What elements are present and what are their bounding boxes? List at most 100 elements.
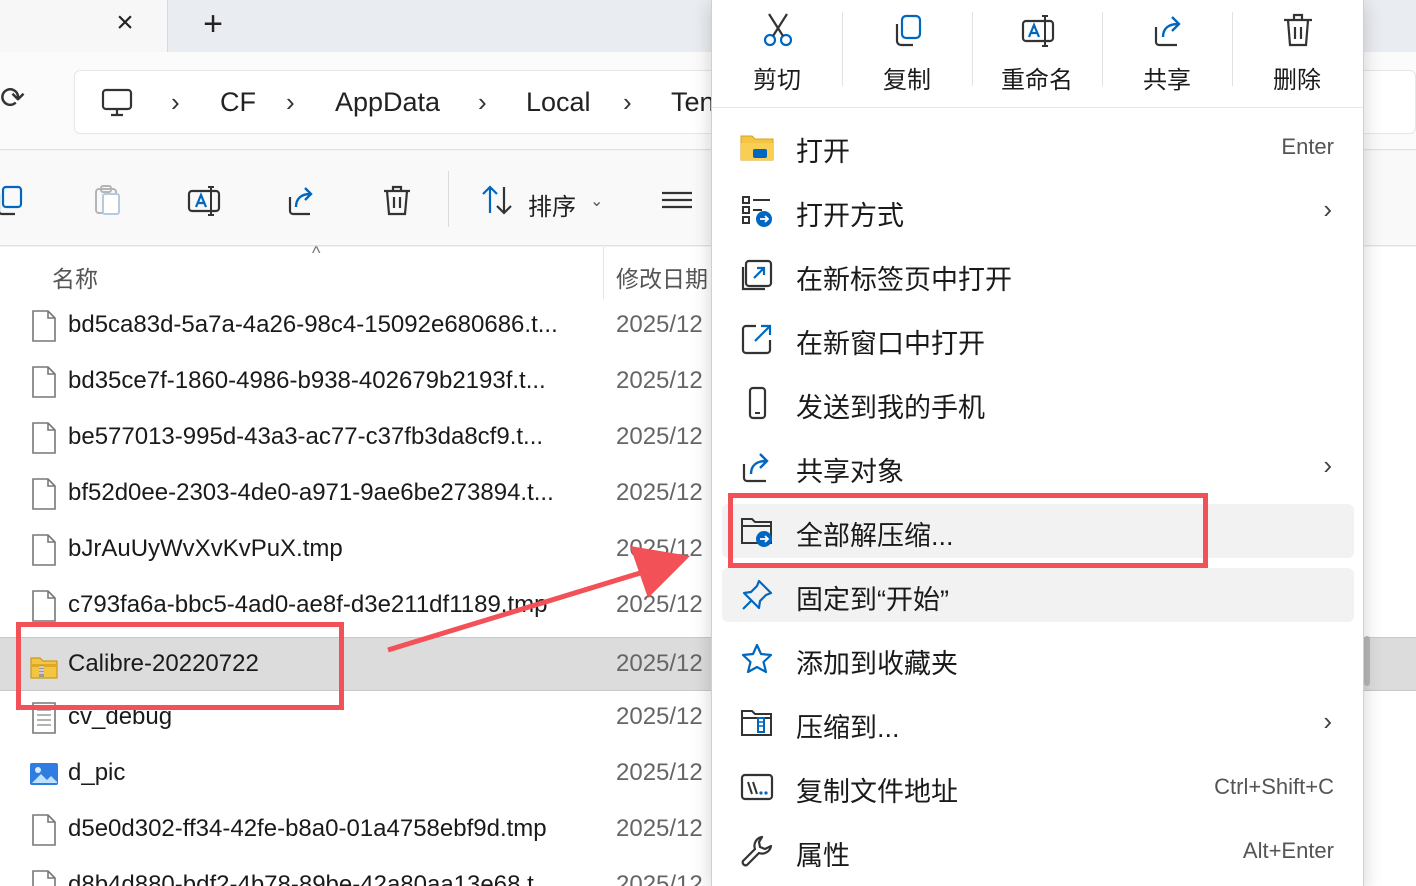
shortcut-text: Enter [1281, 134, 1334, 159]
sort-ascending-icon: ^ [312, 243, 321, 263]
chevron-down-icon[interactable]: ⌄ [590, 191, 603, 211]
breadcrumb-appdata[interactable]: AppData [335, 85, 440, 119]
file-name: d5e0d302-ff34-42fe-b8a0-01a4758ebf9d.tmp [68, 815, 547, 842]
name-column-header[interactable]: 名称 [52, 260, 98, 294]
file-date: 2025/12 [616, 367, 703, 394]
breadcrumb-cf[interactable]: CF [220, 85, 256, 119]
file-date: 2025/12 [616, 871, 703, 886]
toolbar-divider [448, 171, 449, 227]
highlight-box-extract-all [728, 493, 1208, 568]
star-icon [741, 643, 773, 674]
copy-button[interactable]: 复制 [842, 0, 972, 100]
rename-icon [1021, 15, 1055, 47]
menu-item-label: 发送到我的手机 [796, 393, 985, 423]
file-name: be577013-995d-43a3-ac77-c37fb3da8cf9.t..… [68, 423, 544, 450]
copy-label: 复制 [883, 67, 931, 94]
file-icon [32, 422, 56, 454]
cut-button[interactable]: 剪切 [712, 0, 842, 100]
file-name: d_pic [68, 759, 126, 786]
menu-item-share-with[interactable]: 共享对象 › [722, 440, 1354, 494]
paste-icon [95, 185, 120, 215]
scissors-icon [763, 13, 793, 47]
folder-open-icon [740, 135, 774, 161]
image-file-icon [30, 763, 58, 785]
breadcrumb-separator: › [478, 87, 487, 117]
sort-button[interactable]: 排序 [528, 187, 576, 222]
file-icon [32, 814, 56, 846]
file-date: 2025/12 [616, 311, 703, 338]
file-date: 2025/12 [616, 703, 703, 730]
menu-item-label: 打开 [796, 137, 850, 167]
chevron-right-icon: › [1323, 706, 1332, 736]
menu-item-label: 压缩到... [796, 713, 900, 743]
sort-icon[interactable] [480, 183, 514, 217]
file-name: d8b4d880-bdf2-4b78-89be-42a80aa13e68.t..… [68, 871, 554, 886]
menu-item-label: 打开方式 [796, 201, 904, 231]
file-icon [32, 366, 56, 398]
quick-actions-bar: 剪切 复制 重命名 共享 删除 [712, 0, 1363, 108]
wrench-icon [741, 835, 773, 867]
breadcrumb-temp[interactable]: Ten [671, 85, 715, 119]
scrollbar-thumb[interactable] [1364, 636, 1370, 686]
trash-icon [1284, 13, 1312, 47]
active-tab[interactable]: × [0, 0, 168, 52]
file-icon [32, 590, 56, 622]
rename-icon[interactable] [187, 183, 221, 217]
file-icon [32, 870, 56, 886]
chevron-right-icon: › [1323, 194, 1332, 224]
menu-item-pin-to-start[interactable]: 固定到“开始” [722, 568, 1354, 622]
file-name: bd5ca83d-5a7a-4a26-98c4-15092e680686.t..… [68, 311, 558, 338]
chevron-right-icon: › [1323, 450, 1332, 480]
delete-label: 删除 [1273, 67, 1321, 94]
menu-item-copy-path[interactable]: 复制文件地址 Ctrl+Shift+C [722, 760, 1354, 814]
menu-item-open-new-window[interactable]: 在新窗口中打开 [722, 312, 1354, 366]
share-icon[interactable] [284, 183, 318, 217]
date-column-header[interactable]: 修改日期 [616, 260, 708, 294]
highlight-box-selected-file [16, 622, 344, 710]
rename-button[interactable]: 重命名 [972, 0, 1102, 100]
new-window-icon [741, 324, 772, 355]
share-icon [742, 453, 769, 483]
menu-item-add-to-favorites[interactable]: 添加到收藏夹 [722, 632, 1354, 686]
delete-button[interactable]: 删除 [1232, 0, 1362, 100]
breadcrumb-separator: › [171, 87, 180, 117]
share-button[interactable]: 共享 [1102, 0, 1232, 100]
view-icon[interactable] [660, 183, 694, 217]
menu-item-open-new-tab[interactable]: 在新标签页中打开 [722, 248, 1354, 302]
copy-path-icon [740, 773, 774, 801]
computer-icon[interactable] [101, 88, 133, 118]
refresh-icon[interactable]: ⟳ [0, 84, 30, 114]
new-tab-button[interactable]: + [196, 7, 230, 42]
trash-icon[interactable] [380, 183, 414, 217]
file-icon [32, 310, 56, 342]
menu-item-label: 固定到“开始” [796, 585, 949, 615]
column-divider[interactable] [603, 247, 604, 299]
context-menu: 剪切 复制 重命名 共享 删除 打开 Enter 打开方式 › 在新标签页中打开… [711, 0, 1364, 886]
cut-label: 剪切 [753, 67, 801, 94]
menu-item-label: 共享对象 [796, 457, 904, 487]
file-date: 2025/12 [616, 423, 703, 450]
breadcrumb-separator: › [286, 87, 295, 117]
file-date: 2025/12 [616, 815, 703, 842]
menu-item-open[interactable]: 打开 Enter [722, 120, 1354, 174]
menu-item-properties[interactable]: 属性 Alt+Enter [722, 824, 1354, 878]
breadcrumb-local[interactable]: Local [526, 85, 591, 119]
menu-item-compress-to[interactable]: 压缩到... › [722, 696, 1354, 750]
menu-item-label: 添加到收藏夹 [796, 649, 958, 679]
share-icon [1154, 16, 1181, 47]
menu-item-open-with[interactable]: 打开方式 › [722, 184, 1354, 238]
file-date: 2025/12 [616, 759, 703, 786]
close-tab-icon[interactable]: × [110, 8, 140, 38]
copy-icon[interactable] [0, 183, 28, 217]
menu-item-send-to-phone[interactable]: 发送到我的手机 [722, 376, 1354, 430]
rename-label: 重命名 [1001, 67, 1073, 94]
file-icon [32, 478, 56, 510]
menu-item-label: 复制文件地址 [796, 777, 958, 807]
pin-icon [742, 579, 773, 610]
menu-item-label: 属性 [796, 841, 850, 871]
compress-icon [741, 710, 772, 736]
file-name: bJrAuUyWvXvKvPuX.tmp [68, 535, 343, 562]
file-name: bd35ce7f-1860-4986-b938-402679b2193f.t..… [68, 367, 546, 394]
file-name: bf52d0ee-2303-4de0-a971-9ae6be273894.t..… [68, 479, 554, 506]
annotation-arrow [387, 546, 690, 653]
